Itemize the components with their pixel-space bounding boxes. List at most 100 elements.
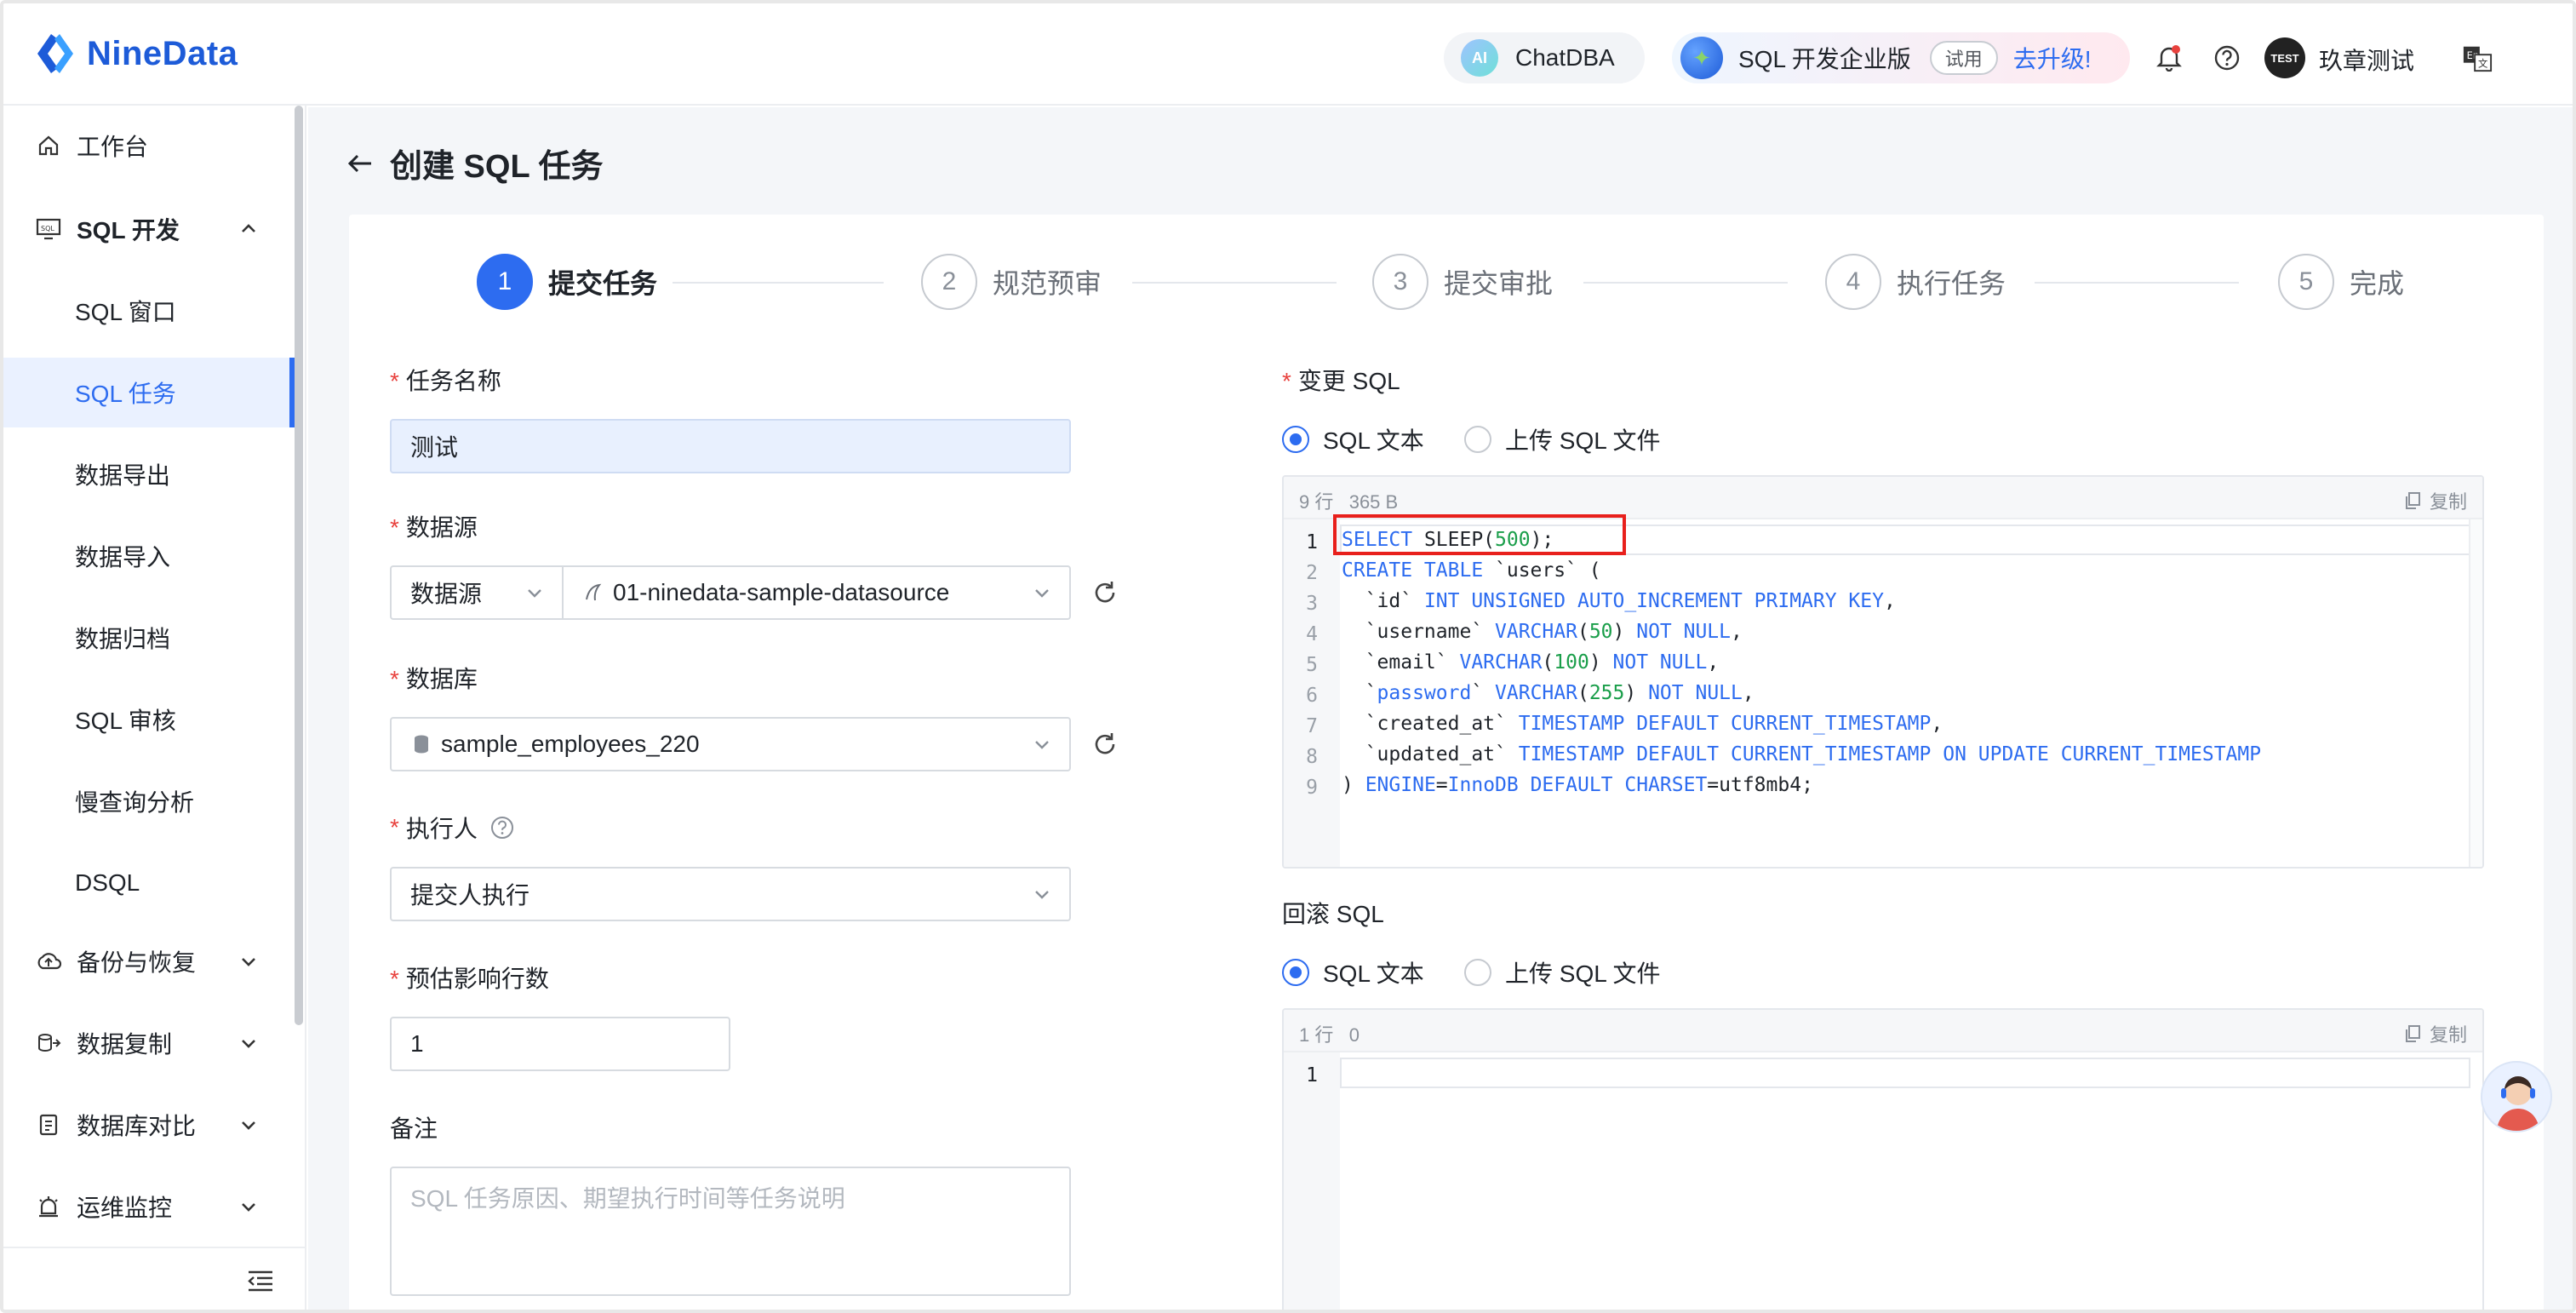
step-number: 2 xyxy=(921,254,977,310)
sidebar-item-backup[interactable]: 备份与恢复 xyxy=(3,926,293,996)
datasource-select[interactable]: 01-ninedata-sample-datasource xyxy=(562,565,1071,620)
chevron-up-icon xyxy=(242,224,255,232)
step-5: 5 完成 xyxy=(2278,254,2404,310)
sidebar-item-dsql[interactable]: DSQL xyxy=(3,848,293,918)
copy-button[interactable]: 复制 xyxy=(2404,487,2467,514)
line-number: 6 xyxy=(1306,685,1318,707)
svg-text:文: 文 xyxy=(2478,57,2487,69)
collapse-sidebar-icon[interactable] xyxy=(247,1269,274,1294)
app-window: NineData AI ChatDBA ✦ SQL 开发企业版 试用 去升级! xyxy=(0,0,2576,1313)
chatdba-button[interactable]: AI ChatDBA xyxy=(1444,32,1645,83)
code-line: `password` VARCHAR(255) NOT NULL, xyxy=(1342,682,1755,704)
sidebar: 工作台 SQL SQL 开发 SQL 窗口 SQL 任务 数据导出 数据导入 数… xyxy=(3,106,306,1310)
change-sql-label: * 变更 SQL xyxy=(1282,368,1400,394)
rollback-sql-file-radio[interactable]: 上传 SQL 文件 xyxy=(1464,955,1661,989)
sidebar-item-data-import[interactable]: 数据导入 xyxy=(3,521,293,591)
help-icon[interactable] xyxy=(2212,43,2242,73)
change-sql-text-radio[interactable]: SQL 文本 xyxy=(1282,422,1424,456)
editor-toolbar: 9 行 365 B 复制 xyxy=(1284,477,2482,519)
chevron-down-icon xyxy=(242,1040,255,1048)
rollback-sql-text-radio[interactable]: SQL 文本 xyxy=(1282,955,1424,989)
logo-text: NineData xyxy=(87,34,238,72)
line-gutter: 1 2 3 4 5 6 7 8 9 xyxy=(1284,519,1340,867)
editor-scrollbar[interactable] xyxy=(2469,519,2482,867)
sidebar-item-sql-dev[interactable]: SQL SQL 开发 xyxy=(3,194,293,264)
step-label: 规范预审 xyxy=(993,268,1102,299)
step-connector xyxy=(2035,282,2239,284)
mysql-icon xyxy=(586,583,602,601)
datasource-type-select[interactable]: 数据源 xyxy=(390,565,562,620)
language-icon[interactable]: En 文 xyxy=(2462,43,2493,73)
ninedata-logo[interactable]: NineData xyxy=(32,31,238,77)
required-mark: * xyxy=(1282,368,1291,394)
task-name-input[interactable]: 测试 xyxy=(390,419,1071,473)
sidebar-item-label: 备份与恢复 xyxy=(77,949,197,976)
edition-label: SQL 开发企业版 xyxy=(1738,46,1911,72)
copy-button[interactable]: 复制 xyxy=(2404,1020,2467,1047)
sidebar-scrollbar[interactable] xyxy=(295,106,303,1025)
code-line: `created_at` TIMESTAMP DEFAULT CURRENT_T… xyxy=(1342,713,1943,735)
step-label: 提交审批 xyxy=(1444,268,1554,299)
line-number: 7 xyxy=(1306,715,1318,737)
change-sql-editor[interactable]: 9 行 365 B 复制 1 2 3 4 5 6 7 8 9 SELECT SL… xyxy=(1282,475,2484,869)
code-line: `email` VARCHAR(100) NOT NULL, xyxy=(1342,651,1720,674)
chevron-down-icon xyxy=(1035,589,1049,598)
sidebar-item-data-export[interactable]: 数据导出 xyxy=(3,439,293,509)
sidebar-item-compare[interactable]: 数据库对比 xyxy=(3,1090,293,1160)
rollback-sql-editor[interactable]: 1 行 0 复制 1 xyxy=(1282,1008,2484,1310)
ai-icon: AI xyxy=(1461,39,1498,77)
sidebar-item-label: 数据导出 xyxy=(75,462,171,489)
task-name-label: * 任务名称 xyxy=(390,368,501,394)
back-arrow-icon[interactable] xyxy=(346,149,375,178)
sidebar-item-replication[interactable]: 数据复制 xyxy=(3,1008,293,1078)
editor-meta: 1 行 0 xyxy=(1299,1024,1360,1046)
user-name[interactable]: 玖章测试 xyxy=(2319,43,2414,77)
sidebar-item-slow-query[interactable]: 慢查询分析 xyxy=(3,766,293,836)
sidebar-item-label: 工作台 xyxy=(77,134,149,160)
help-icon[interactable] xyxy=(489,815,515,840)
sidebar-item-data-archive[interactable]: 数据归档 xyxy=(3,603,293,673)
task-form-card: 1 提交任务 2 规范预审 3 提交审批 4 执行任务 5 完成 * 任务名称 … xyxy=(349,215,2544,1310)
affected-rows-input[interactable]: 1 xyxy=(390,1017,730,1071)
refresh-icon[interactable] xyxy=(1090,577,1120,608)
radio-dot xyxy=(1464,426,1491,453)
bell-icon[interactable] xyxy=(2154,43,2184,73)
remark-textarea[interactable]: SQL 任务原因、期望执行时间等任务说明 xyxy=(390,1167,1071,1296)
executor-select[interactable]: 提交人执行 xyxy=(390,867,1071,921)
refresh-icon[interactable] xyxy=(1090,729,1120,760)
line-number: 5 xyxy=(1306,654,1318,676)
database-select[interactable]: sample_employees_220 xyxy=(390,717,1071,771)
sidebar-item-label: 数据复制 xyxy=(77,1031,173,1058)
database-icon xyxy=(415,735,428,754)
current-line-highlight xyxy=(1340,1058,2470,1088)
sql-code[interactable]: SELECT SLEEP(500); CREATE TABLE `users` (… xyxy=(1342,525,2261,800)
step-connector xyxy=(1583,282,1788,284)
line-number: 2 xyxy=(1306,562,1318,584)
line-number: 8 xyxy=(1306,746,1318,768)
required-mark: * xyxy=(390,666,399,692)
support-assistant-avatar[interactable] xyxy=(2481,1061,2552,1132)
line-gutter: 1 xyxy=(1284,1052,1340,1310)
sidebar-item-label: SQL 开发 xyxy=(77,217,180,244)
upgrade-link[interactable]: 去升级! xyxy=(2013,41,2092,75)
step-label: 执行任务 xyxy=(1897,268,2006,299)
sidebar-item-label: SQL 审核 xyxy=(75,708,176,734)
main-content: 创建 SQL 任务 1 提交任务 2 规范预审 3 提交审批 4 执行任务 5 … xyxy=(308,107,2573,1310)
step-number: 5 xyxy=(2278,254,2334,310)
globe-icon: ✦ xyxy=(1680,37,1723,79)
sidebar-item-sql-window[interactable]: SQL 窗口 xyxy=(3,276,293,346)
top-header: NineData AI ChatDBA ✦ SQL 开发企业版 试用 去升级! xyxy=(3,3,2573,106)
sidebar-item-sql-review[interactable]: SQL 审核 xyxy=(3,685,293,754)
sidebar-item-monitoring[interactable]: 运维监控 xyxy=(3,1172,293,1241)
editor-toolbar: 1 行 0 复制 xyxy=(1284,1010,2482,1052)
replication-icon xyxy=(34,1029,63,1058)
chevron-down-icon xyxy=(1035,741,1049,749)
edition-banner[interactable]: ✦ SQL 开发企业版 试用 去升级! xyxy=(1672,32,2130,83)
change-sql-file-radio[interactable]: 上传 SQL 文件 xyxy=(1464,422,1661,456)
highlight-box xyxy=(1333,514,1626,555)
sidebar-item-sql-task[interactable]: SQL 任务 xyxy=(3,358,295,427)
required-mark: * xyxy=(390,966,399,992)
trial-badge: 试用 xyxy=(1929,41,1998,75)
sidebar-item-workbench[interactable]: 工作台 xyxy=(3,111,293,181)
avatar[interactable]: TEST xyxy=(2264,37,2305,78)
